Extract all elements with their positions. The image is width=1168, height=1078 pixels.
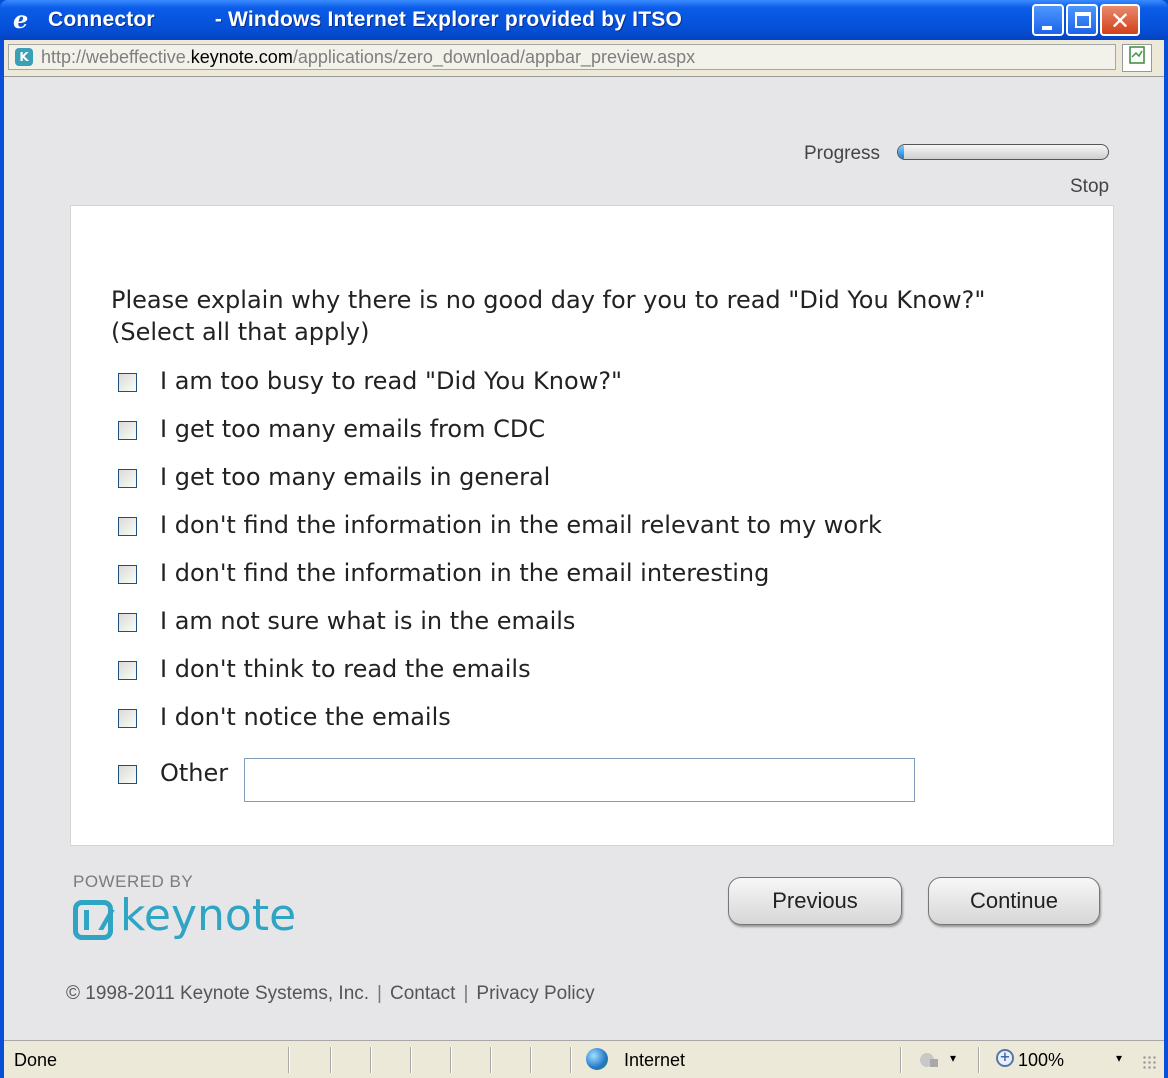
other-label[interactable]: Other [160,758,228,788]
status-divider [288,1047,290,1073]
zoom-level[interactable]: 100% [1018,1050,1064,1071]
status-text: Done [14,1050,58,1070]
url-host: keynote.com [190,47,293,67]
protected-mode-icon[interactable] [918,1051,940,1069]
option-checkbox[interactable] [118,421,137,440]
status-bar: Done Internet ▾ + 100% ▾ [4,1040,1164,1078]
option-checkbox[interactable] [118,613,137,632]
option-label[interactable]: I don't find the information in the emai… [160,510,882,540]
copyright-text: © 1998-2011 Keynote Systems, Inc. [66,983,370,1004]
window-title-rest: - Windows Internet Explorer provided by … [214,8,682,31]
status-divider [978,1047,980,1073]
address-field[interactable]: K http://webeffective.keynote.com/applic… [8,44,1116,70]
browser-window: e Connector - Windows Internet Explorer p… [0,0,1168,1078]
option-label[interactable]: I don't find the information in the emai… [160,558,769,588]
footer-links: © 1998-2011 Keynote Systems, Inc. | Contac… [66,983,595,1005]
page-content: Progress Stop Please explain why there i… [4,76,1164,1040]
option-checkbox[interactable] [118,469,137,488]
previous-button[interactable]: Previous [728,877,902,925]
keynote-site-icon: K [15,48,33,66]
option-label[interactable]: I don't notice the emails [160,702,451,732]
option-checkbox[interactable] [118,565,137,584]
title-bar[interactable]: e Connector - Windows Internet Explorer p… [0,0,1168,40]
address-url[interactable]: http://webeffective.keynote.com/applicat… [41,47,695,68]
option-checkbox[interactable] [118,661,137,680]
option-checkbox[interactable] [118,373,137,392]
status-divider [370,1047,372,1073]
survey-card: Please explain why there is no good day … [70,205,1114,846]
keynote-logo-text: keynote [120,890,297,941]
status-divider [570,1047,572,1073]
option-label[interactable]: I get too many emails from CDC [160,414,545,444]
lock-globe-icon [920,1053,938,1067]
progress-bar [897,144,1109,160]
chevron-down-icon[interactable]: ▾ [1116,1051,1122,1065]
footer-separator: | [463,983,469,1004]
other-checkbox[interactable] [118,765,137,784]
zoom-icon[interactable]: + [996,1049,1014,1067]
window-title: Connector - Windows Internet Explorer pro… [48,8,682,32]
progress-label: Progress [804,143,881,164]
status-divider [450,1047,452,1073]
resize-grip-icon[interactable] [1142,1055,1158,1071]
status-divider [330,1047,332,1073]
other-text-input[interactable] [244,758,915,802]
maximize-button[interactable] [1066,4,1098,36]
close-button[interactable]: ✕ [1100,4,1140,36]
privacy-policy-link[interactable]: Privacy Policy [476,983,594,1004]
status-divider [530,1047,532,1073]
maximize-icon [1075,12,1091,28]
powered-by-label: POWERED BY [73,872,194,891]
stop-link[interactable]: Stop [1070,176,1109,198]
url-path: /applications/zero_download/appbar_previ… [292,47,696,67]
page-icon [1129,46,1145,64]
status-divider [410,1047,412,1073]
option-label[interactable]: I get too many emails in general [160,462,550,492]
window-app-name: Connector [48,8,155,31]
compatibility-view-icon[interactable] [1122,44,1152,72]
minimize-button[interactable] [1032,4,1064,36]
chevron-down-icon[interactable]: ▾ [950,1051,956,1065]
address-bar: K http://webeffective.keynote.com/applic… [4,40,1164,76]
security-zone-label: Internet [624,1050,686,1070]
status-divider [900,1047,902,1073]
option-checkbox[interactable] [118,709,137,728]
option-checkbox[interactable] [118,517,137,536]
contact-link[interactable]: Contact [390,983,455,1004]
option-label[interactable]: I don't think to read the emails [160,654,531,684]
minimize-icon [1042,26,1052,30]
close-icon: ✕ [1109,7,1131,35]
footer-separator: | [377,983,382,1004]
internet-globe-icon [586,1048,608,1070]
ie-logo-icon: e [13,5,29,34]
progress-fill [898,145,905,159]
option-label[interactable]: I am too busy to read "Did You Know?" [160,366,622,396]
continue-button[interactable]: Continue [928,877,1100,925]
url-prefix: http://webeffective. [41,47,191,67]
keynote-logo-icon [73,900,113,940]
option-label[interactable]: I am not sure what is in the emails [160,606,575,636]
question-text: Please explain why there is no good day … [111,286,986,346]
status-divider [490,1047,492,1073]
